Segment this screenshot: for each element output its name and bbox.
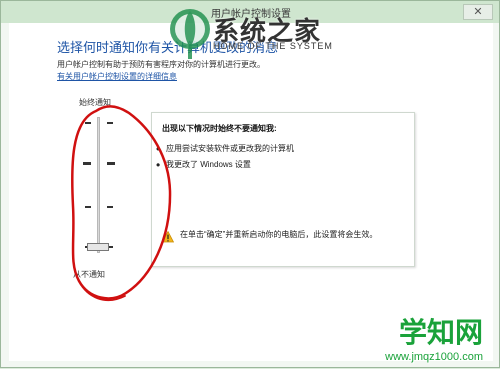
slider-tick xyxy=(85,206,91,208)
info-title: 出现以下情况时始终不要通知我: xyxy=(162,124,277,133)
slider-tick xyxy=(107,122,113,124)
slider-tick xyxy=(107,206,113,208)
learn-more-link[interactable]: 有关用户帐户控制设置的详细信息 xyxy=(57,71,177,82)
uac-slider-track[interactable] xyxy=(97,117,100,253)
close-icon: ✕ xyxy=(473,5,483,18)
watermark-bottom-brand: 学知网 xyxy=(398,318,483,349)
warning-text: 在单击“确定”并重新启动你的电脑后，此设置将会生效。 xyxy=(180,230,378,239)
uac-slider-thumb[interactable] xyxy=(87,243,109,251)
slider-top-label: 始终通知 xyxy=(79,98,111,107)
slider-tick xyxy=(85,122,91,124)
warning-icon xyxy=(162,231,174,243)
slider-bottom-label: 从不通知 xyxy=(73,270,105,279)
page-description: 用户帐户控制有助于预防有害程序对你的计算机进行更改。 xyxy=(57,60,265,69)
info-panel: 出现以下情况时始终不要通知我: 应用尝试安装软件或更改我的计算机 我更改了 Wi… xyxy=(151,112,415,267)
slider-tick xyxy=(83,162,91,165)
uac-window: 用户帐户控制设置 ✕ 选择何时通知你有关计算机更改的消息 用户帐户控制有助于预防… xyxy=(0,0,500,368)
info-bullet-1: 应用尝试安装软件或更改我的计算机 xyxy=(156,142,294,156)
slider-tick xyxy=(107,162,115,165)
watermark-logo-icon xyxy=(170,9,210,59)
info-bullet-2: 我更改了 Windows 设置 xyxy=(156,158,251,172)
watermark-bottom-url: www.jmqz1000.com xyxy=(385,351,483,363)
watermark-brand-sub: HOME OF THE SYSTEM xyxy=(213,41,333,51)
close-button[interactable]: ✕ xyxy=(463,4,493,20)
